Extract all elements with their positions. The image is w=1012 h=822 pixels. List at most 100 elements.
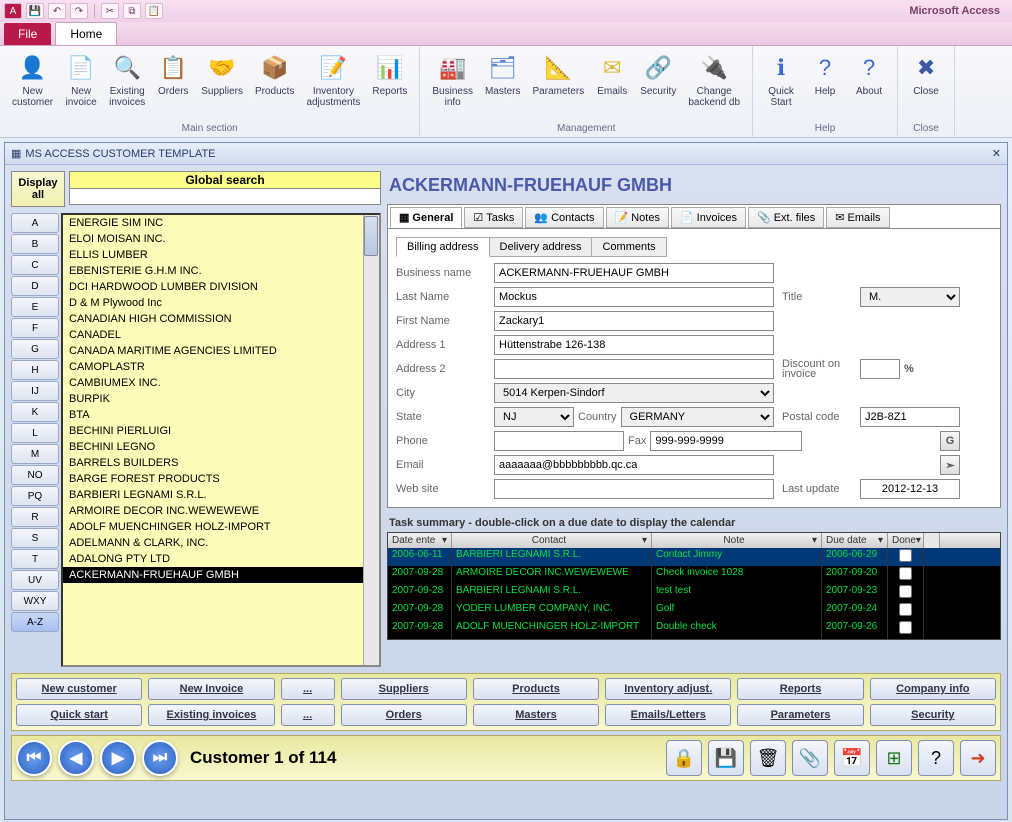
city-select[interactable]: 5014 Kerpen-Sindorf	[494, 383, 774, 403]
customer-list-item[interactable]: ADALONG PTY LTD	[63, 551, 379, 567]
masters-button[interactable]: 🗂Masters	[479, 50, 527, 121]
orders-button[interactable]: 📋Orders	[151, 50, 195, 121]
customer-list-item[interactable]: CAMOPLASTR	[63, 359, 379, 375]
done-checkbox[interactable]	[899, 603, 912, 616]
lock-icon[interactable]: 🔒	[666, 740, 702, 776]
inventory-adjustments-button[interactable]: 📝Inventoryadjustments	[300, 50, 366, 121]
action-reports-button[interactable]: Reports	[737, 678, 863, 700]
done-checkbox[interactable]	[899, 621, 912, 634]
scrollbar-thumb[interactable]	[364, 216, 378, 256]
az-filter-ij[interactable]: IJ	[11, 381, 59, 401]
subtab-billing-address[interactable]: Billing address	[396, 237, 490, 257]
business-name-field[interactable]	[494, 263, 774, 283]
close-icon[interactable]: ✕	[992, 147, 1001, 160]
excel-icon[interactable]: ⊞	[876, 740, 912, 776]
az-filter-k[interactable]: K	[11, 402, 59, 422]
az-filter-uv[interactable]: UV	[11, 570, 59, 590]
phone-field[interactable]	[494, 431, 624, 451]
task-row[interactable]: 2006-06-11BARBIERI LEGNAMI S.R.L.Contact…	[388, 548, 1000, 566]
fax-field[interactable]	[650, 431, 802, 451]
customer-list-item[interactable]: BARRELS BUILDERS	[63, 455, 379, 471]
action-new-customer-button[interactable]: New customer	[16, 678, 142, 700]
existing-invoices-button[interactable]: 🔍Existinginvoices	[103, 50, 151, 121]
az-filter-no[interactable]: NO	[11, 465, 59, 485]
state-select[interactable]: NJ	[494, 407, 574, 427]
action-security-button[interactable]: Security	[870, 704, 996, 726]
done-checkbox[interactable]	[899, 639, 912, 640]
action-suppliers-button[interactable]: Suppliers	[341, 678, 467, 700]
global-search-input[interactable]	[69, 189, 381, 205]
customer-list-item[interactable]: ADOLF MUENCHINGER HOLZ-IMPORT	[63, 519, 379, 535]
action-new-invoice-button[interactable]: New Invoice	[148, 678, 274, 700]
undo-icon[interactable]: ↶	[48, 3, 66, 19]
task-row[interactable]: 2007-09-28ARMOIRE DECOR INC.WEWEWEWEChec…	[388, 566, 1000, 584]
customer-list-item[interactable]: ENERGIE SIM INC	[63, 215, 379, 231]
action-----button[interactable]: ...	[281, 704, 335, 726]
suppliers-button[interactable]: 🤝Suppliers	[195, 50, 249, 121]
action-quick-start-button[interactable]: Quick start	[16, 704, 142, 726]
customer-list-item[interactable]: EBENISTERIE G.H.M INC.	[63, 263, 379, 279]
delete-icon[interactable]: 🗑	[750, 740, 786, 776]
new-invoice-button[interactable]: 📄Newinvoice	[59, 50, 103, 121]
action-emails-letters-button[interactable]: Emails/Letters	[605, 704, 731, 726]
dropdown-icon[interactable]: ▾	[916, 535, 921, 546]
task-row[interactable]: 2007-09-28ADOLF MUENCHINGER HOLZ-IMPORTj…	[388, 638, 1000, 640]
web-field[interactable]	[494, 479, 774, 499]
copy-icon[interactable]: ⧉	[123, 3, 141, 19]
task-row[interactable]: 2007-09-28YODER LUMBER COMPANY, INC.Golf…	[388, 602, 1000, 620]
exit-icon[interactable]: ➜	[960, 740, 996, 776]
dropdown-icon[interactable]: ▾	[812, 535, 817, 546]
new-customer-button[interactable]: 👤Newcustomer	[6, 50, 59, 121]
customer-list-item[interactable]: CANADEL	[63, 327, 379, 343]
reports-button[interactable]: 📊Reports	[366, 50, 413, 121]
lastupdate-field[interactable]	[860, 479, 960, 499]
tab-notes[interactable]: 📝Notes	[606, 207, 669, 228]
dropdown-icon[interactable]: ▾	[642, 535, 647, 546]
az-filter-t[interactable]: T	[11, 549, 59, 569]
az-filter-f[interactable]: F	[11, 318, 59, 338]
action-inventory-adjust--button[interactable]: Inventory adjust.	[605, 678, 731, 700]
tab-ext--files[interactable]: 📎Ext. files	[748, 207, 824, 228]
action-masters-button[interactable]: Masters	[473, 704, 599, 726]
done-checkbox[interactable]	[899, 567, 912, 580]
discount-field[interactable]	[860, 359, 900, 379]
action-parameters-button[interactable]: Parameters	[737, 704, 863, 726]
nav-prev-button[interactable]: ◀	[58, 740, 94, 776]
az-filter-r[interactable]: R	[11, 507, 59, 527]
action-company-info-button[interactable]: Company info	[870, 678, 996, 700]
quick-start-button[interactable]: ℹQuickStart	[759, 50, 803, 121]
address1-field[interactable]	[494, 335, 774, 355]
customer-list-item[interactable]: ARMOIRE DECOR INC.WEWEWEWE	[63, 503, 379, 519]
email-field[interactable]	[494, 455, 774, 475]
display-all-button[interactable]: Display all	[11, 171, 65, 207]
customer-list-item[interactable]: BARGE FOREST PRODUCTS	[63, 471, 379, 487]
title-select[interactable]: M.	[860, 287, 960, 307]
customer-list-item[interactable]: BECHINI PIERLUIGI	[63, 423, 379, 439]
task-row[interactable]: 2007-09-28ADOLF MUENCHINGER HOLZ-IMPORTD…	[388, 620, 1000, 638]
scrollbar[interactable]	[363, 215, 379, 665]
tab-home[interactable]: Home	[55, 22, 117, 45]
action-----button[interactable]: ...	[281, 678, 335, 700]
about-button[interactable]: ?About	[847, 50, 891, 121]
az-filter-h[interactable]: H	[11, 360, 59, 380]
action-existing-invoices-button[interactable]: Existing invoices	[148, 704, 274, 726]
parameters-button[interactable]: 📐Parameters	[527, 50, 591, 121]
postal-field[interactable]	[860, 407, 960, 427]
country-select[interactable]: GERMANY	[621, 407, 774, 427]
az-filter-pq[interactable]: PQ	[11, 486, 59, 506]
customer-list-item[interactable]: CANADIAN HIGH COMMISSION	[63, 311, 379, 327]
customer-list-item[interactable]: D & M Plywood Inc	[63, 295, 379, 311]
customer-list-item[interactable]: BURPIK	[63, 391, 379, 407]
close-button[interactable]: ✖Close	[904, 50, 948, 121]
email-action-button[interactable]: ➣	[940, 455, 960, 475]
business-info-button[interactable]: 🏭Businessinfo	[426, 50, 479, 121]
subtab-comments[interactable]: Comments	[591, 237, 666, 257]
emails-button[interactable]: ✉Emails	[590, 50, 634, 121]
save-icon[interactable]: 💾	[26, 3, 44, 19]
az-filter-g[interactable]: G	[11, 339, 59, 359]
done-checkbox[interactable]	[899, 549, 912, 562]
task-grid[interactable]: Date ente ▾ Contact▾ Note▾ Due date▾ Don…	[387, 532, 1001, 640]
az-filter-s[interactable]: S	[11, 528, 59, 548]
az-filter-d[interactable]: D	[11, 276, 59, 296]
customer-list-item[interactable]: BECHINI LEGNO	[63, 439, 379, 455]
